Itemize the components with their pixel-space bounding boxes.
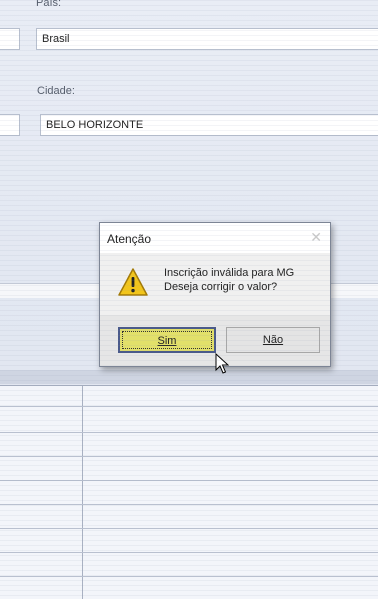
dialog-title: Atenção	[107, 232, 152, 246]
warning-icon	[118, 268, 148, 296]
data-grid[interactable]	[0, 385, 378, 599]
pais-label: País:	[36, 0, 62, 9]
grid-row-line	[0, 528, 378, 529]
dialog-message-line-1: Inscrição inválida para MG	[164, 267, 295, 279]
no-button[interactable]: Não	[226, 327, 320, 353]
grid-row-line	[0, 576, 378, 577]
pais-field[interactable]: Brasil	[36, 28, 378, 50]
message-dialog: Atenção ✕ Inscrição inválida para MG Des…	[99, 222, 331, 367]
grid-row-line	[0, 480, 378, 481]
cidade-label: Cidade:	[37, 85, 75, 97]
mouse-pointer-icon	[215, 353, 229, 374]
pais-code-field[interactable]	[0, 28, 20, 50]
close-icon[interactable]: ✕	[310, 229, 322, 246]
panel-separator	[0, 370, 378, 384]
grid-row-line	[0, 552, 378, 553]
cidade-code-field[interactable]	[0, 114, 20, 136]
grid-row-line	[0, 504, 378, 505]
screen: País: Brasil Cidade: BELO HORIZONTE Aten…	[0, 0, 378, 599]
yes-button[interactable]: Sim	[118, 327, 216, 353]
grid-row-line	[0, 406, 378, 407]
cidade-field[interactable]: BELO HORIZONTE	[40, 114, 378, 136]
dialog-title-bar[interactable]: Atenção ✕	[100, 223, 330, 253]
grid-row-line	[0, 456, 378, 457]
dialog-message-line-2: Deseja corrigir o valor?	[164, 281, 278, 293]
grid-row-line	[0, 432, 378, 433]
grid-column-divider	[82, 386, 83, 599]
